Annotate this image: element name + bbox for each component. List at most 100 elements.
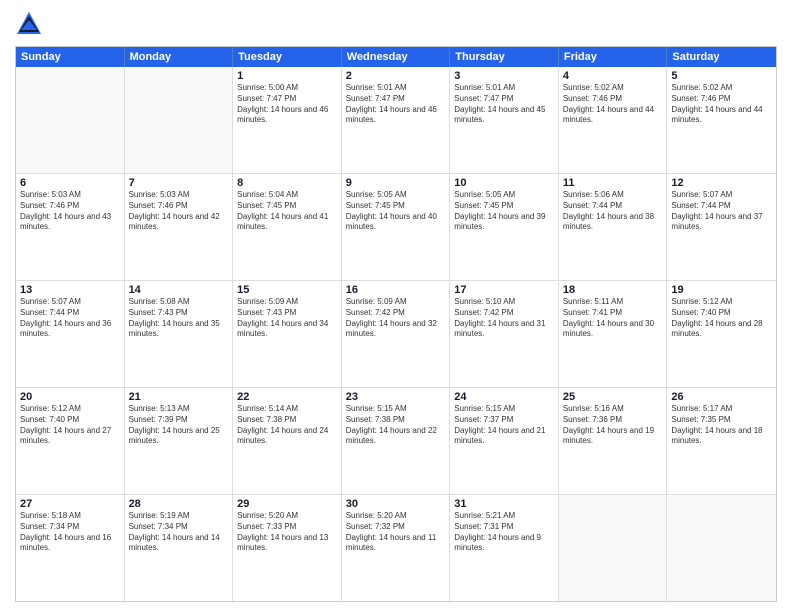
day-info: Sunrise: 5:08 AM Sunset: 7:43 PM Dayligh… (129, 297, 229, 340)
day-number: 6 (20, 177, 120, 189)
calendar-day-cell: 28Sunrise: 5:19 AM Sunset: 7:34 PM Dayli… (125, 495, 234, 601)
day-number: 25 (563, 391, 663, 403)
calendar-day-cell: 30Sunrise: 5:20 AM Sunset: 7:32 PM Dayli… (342, 495, 451, 601)
day-number: 30 (346, 498, 446, 510)
page: SundayMondayTuesdayWednesdayThursdayFrid… (0, 0, 792, 612)
weekday-header: Wednesday (342, 47, 451, 67)
day-number: 31 (454, 498, 554, 510)
calendar-day-cell: 21Sunrise: 5:13 AM Sunset: 7:39 PM Dayli… (125, 388, 234, 494)
calendar-day-cell: 16Sunrise: 5:09 AM Sunset: 7:42 PM Dayli… (342, 281, 451, 387)
day-number: 20 (20, 391, 120, 403)
weekday-header: Friday (559, 47, 668, 67)
calendar-day-cell: 10Sunrise: 5:05 AM Sunset: 7:45 PM Dayli… (450, 174, 559, 280)
day-number: 12 (671, 177, 772, 189)
calendar-day-cell (559, 495, 668, 601)
calendar-week-row: 6Sunrise: 5:03 AM Sunset: 7:46 PM Daylig… (16, 173, 776, 280)
day-number: 26 (671, 391, 772, 403)
day-info: Sunrise: 5:03 AM Sunset: 7:46 PM Dayligh… (129, 190, 229, 233)
day-info: Sunrise: 5:17 AM Sunset: 7:35 PM Dayligh… (671, 404, 772, 447)
calendar-week-row: 1Sunrise: 5:00 AM Sunset: 7:47 PM Daylig… (16, 67, 776, 173)
calendar-day-cell: 23Sunrise: 5:15 AM Sunset: 7:38 PM Dayli… (342, 388, 451, 494)
day-number: 29 (237, 498, 337, 510)
day-number: 28 (129, 498, 229, 510)
logo (15, 10, 47, 38)
day-number: 24 (454, 391, 554, 403)
weekday-header: Saturday (667, 47, 776, 67)
day-info: Sunrise: 5:18 AM Sunset: 7:34 PM Dayligh… (20, 511, 120, 554)
day-number: 7 (129, 177, 229, 189)
calendar-day-cell: 18Sunrise: 5:11 AM Sunset: 7:41 PM Dayli… (559, 281, 668, 387)
calendar-day-cell: 15Sunrise: 5:09 AM Sunset: 7:43 PM Dayli… (233, 281, 342, 387)
day-info: Sunrise: 5:13 AM Sunset: 7:39 PM Dayligh… (129, 404, 229, 447)
calendar-day-cell: 4Sunrise: 5:02 AM Sunset: 7:46 PM Daylig… (559, 67, 668, 173)
day-info: Sunrise: 5:03 AM Sunset: 7:46 PM Dayligh… (20, 190, 120, 233)
day-info: Sunrise: 5:09 AM Sunset: 7:43 PM Dayligh… (237, 297, 337, 340)
day-info: Sunrise: 5:02 AM Sunset: 7:46 PM Dayligh… (671, 83, 772, 126)
calendar-day-cell: 11Sunrise: 5:06 AM Sunset: 7:44 PM Dayli… (559, 174, 668, 280)
day-info: Sunrise: 5:07 AM Sunset: 7:44 PM Dayligh… (20, 297, 120, 340)
day-info: Sunrise: 5:20 AM Sunset: 7:33 PM Dayligh… (237, 511, 337, 554)
weekday-header: Tuesday (233, 47, 342, 67)
calendar-day-cell: 8Sunrise: 5:04 AM Sunset: 7:45 PM Daylig… (233, 174, 342, 280)
calendar-day-cell (16, 67, 125, 173)
day-info: Sunrise: 5:10 AM Sunset: 7:42 PM Dayligh… (454, 297, 554, 340)
calendar-week-row: 27Sunrise: 5:18 AM Sunset: 7:34 PM Dayli… (16, 494, 776, 601)
day-number: 23 (346, 391, 446, 403)
day-info: Sunrise: 5:21 AM Sunset: 7:31 PM Dayligh… (454, 511, 554, 554)
day-info: Sunrise: 5:01 AM Sunset: 7:47 PM Dayligh… (346, 83, 446, 126)
weekday-header: Monday (125, 47, 234, 67)
calendar-day-cell: 6Sunrise: 5:03 AM Sunset: 7:46 PM Daylig… (16, 174, 125, 280)
day-info: Sunrise: 5:05 AM Sunset: 7:45 PM Dayligh… (346, 190, 446, 233)
day-number: 17 (454, 284, 554, 296)
day-info: Sunrise: 5:01 AM Sunset: 7:47 PM Dayligh… (454, 83, 554, 126)
calendar-day-cell: 13Sunrise: 5:07 AM Sunset: 7:44 PM Dayli… (16, 281, 125, 387)
day-number: 8 (237, 177, 337, 189)
day-info: Sunrise: 5:05 AM Sunset: 7:45 PM Dayligh… (454, 190, 554, 233)
day-info: Sunrise: 5:11 AM Sunset: 7:41 PM Dayligh… (563, 297, 663, 340)
calendar-day-cell: 25Sunrise: 5:16 AM Sunset: 7:36 PM Dayli… (559, 388, 668, 494)
day-number: 1 (237, 70, 337, 82)
calendar-day-cell: 9Sunrise: 5:05 AM Sunset: 7:45 PM Daylig… (342, 174, 451, 280)
day-number: 5 (671, 70, 772, 82)
calendar-day-cell: 22Sunrise: 5:14 AM Sunset: 7:38 PM Dayli… (233, 388, 342, 494)
weekday-header: Thursday (450, 47, 559, 67)
calendar-day-cell: 14Sunrise: 5:08 AM Sunset: 7:43 PM Dayli… (125, 281, 234, 387)
day-number: 13 (20, 284, 120, 296)
day-info: Sunrise: 5:02 AM Sunset: 7:46 PM Dayligh… (563, 83, 663, 126)
calendar-week-row: 20Sunrise: 5:12 AM Sunset: 7:40 PM Dayli… (16, 387, 776, 494)
day-info: Sunrise: 5:15 AM Sunset: 7:37 PM Dayligh… (454, 404, 554, 447)
day-info: Sunrise: 5:04 AM Sunset: 7:45 PM Dayligh… (237, 190, 337, 233)
calendar-header: SundayMondayTuesdayWednesdayThursdayFrid… (16, 47, 776, 67)
day-number: 2 (346, 70, 446, 82)
calendar-day-cell: 12Sunrise: 5:07 AM Sunset: 7:44 PM Dayli… (667, 174, 776, 280)
day-info: Sunrise: 5:15 AM Sunset: 7:38 PM Dayligh… (346, 404, 446, 447)
calendar-body: 1Sunrise: 5:00 AM Sunset: 7:47 PM Daylig… (16, 67, 776, 601)
day-number: 18 (563, 284, 663, 296)
calendar-day-cell (125, 67, 234, 173)
day-number: 10 (454, 177, 554, 189)
day-number: 16 (346, 284, 446, 296)
calendar-day-cell: 20Sunrise: 5:12 AM Sunset: 7:40 PM Dayli… (16, 388, 125, 494)
header (15, 10, 777, 38)
day-number: 14 (129, 284, 229, 296)
calendar-day-cell: 7Sunrise: 5:03 AM Sunset: 7:46 PM Daylig… (125, 174, 234, 280)
day-number: 4 (563, 70, 663, 82)
day-number: 19 (671, 284, 772, 296)
calendar-day-cell: 19Sunrise: 5:12 AM Sunset: 7:40 PM Dayli… (667, 281, 776, 387)
weekday-header: Sunday (16, 47, 125, 67)
day-info: Sunrise: 5:07 AM Sunset: 7:44 PM Dayligh… (671, 190, 772, 233)
day-info: Sunrise: 5:20 AM Sunset: 7:32 PM Dayligh… (346, 511, 446, 554)
day-number: 22 (237, 391, 337, 403)
day-number: 21 (129, 391, 229, 403)
day-number: 15 (237, 284, 337, 296)
day-number: 3 (454, 70, 554, 82)
calendar-day-cell: 27Sunrise: 5:18 AM Sunset: 7:34 PM Dayli… (16, 495, 125, 601)
calendar-day-cell: 1Sunrise: 5:00 AM Sunset: 7:47 PM Daylig… (233, 67, 342, 173)
day-number: 9 (346, 177, 446, 189)
calendar-day-cell: 29Sunrise: 5:20 AM Sunset: 7:33 PM Dayli… (233, 495, 342, 601)
day-info: Sunrise: 5:14 AM Sunset: 7:38 PM Dayligh… (237, 404, 337, 447)
calendar-day-cell (667, 495, 776, 601)
day-number: 27 (20, 498, 120, 510)
day-info: Sunrise: 5:00 AM Sunset: 7:47 PM Dayligh… (237, 83, 337, 126)
calendar-week-row: 13Sunrise: 5:07 AM Sunset: 7:44 PM Dayli… (16, 280, 776, 387)
